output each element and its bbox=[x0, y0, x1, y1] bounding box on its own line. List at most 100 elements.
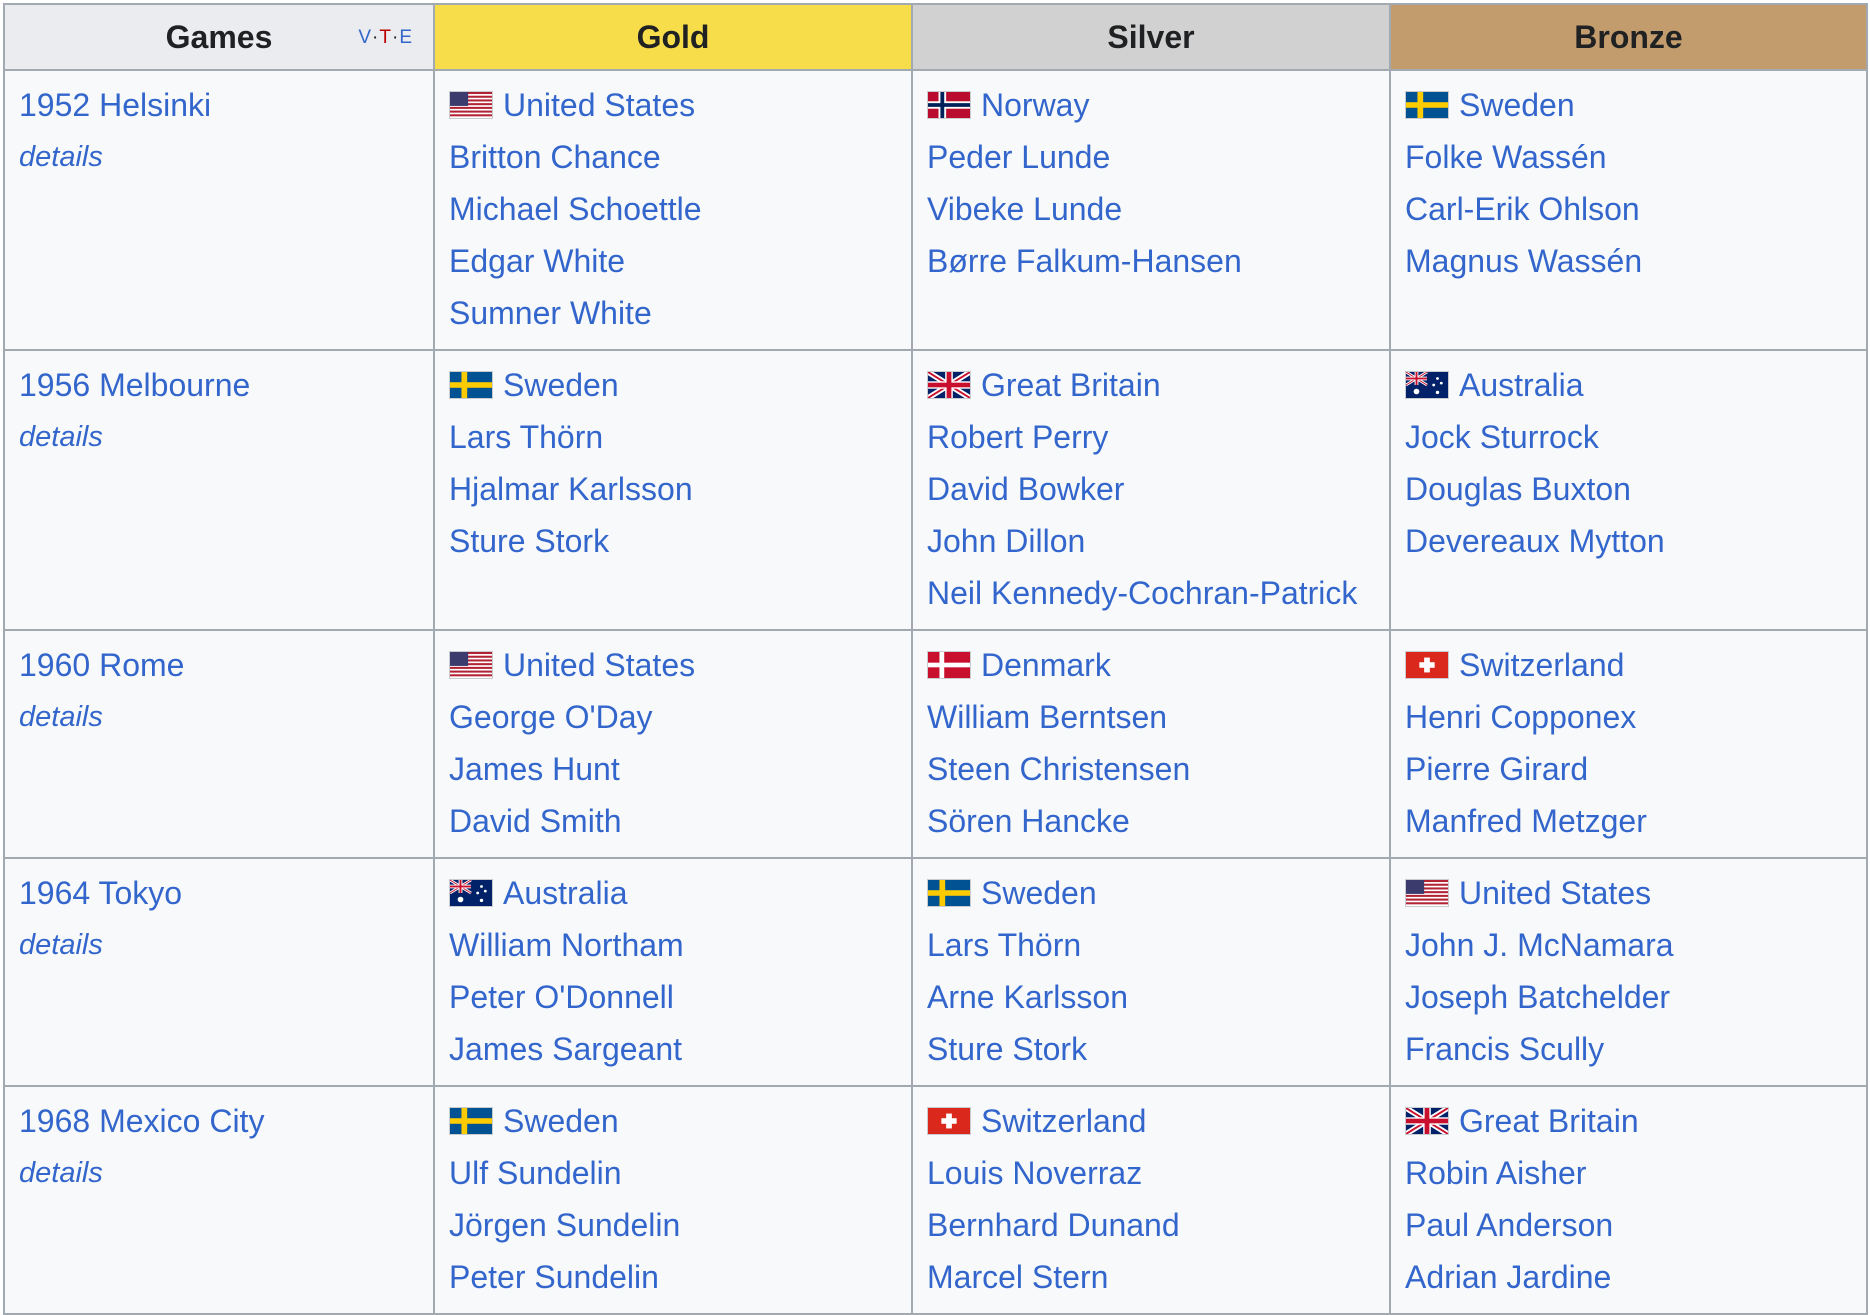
athlete-link[interactable]: Douglas Buxton bbox=[1405, 463, 1854, 515]
athlete-link[interactable]: George O'Day bbox=[449, 691, 899, 743]
bronze-cell: Australia Jock Sturrock Douglas Buxton D… bbox=[1389, 349, 1868, 631]
gold-country-link[interactable]: United States bbox=[449, 79, 899, 131]
medal-table-container: Games V·T·E Gold Silver Bronze 1952 Hels… bbox=[3, 3, 1868, 1315]
gold-cell: United States George O'Day James Hunt Da… bbox=[433, 629, 913, 859]
country-name: United States bbox=[503, 647, 696, 683]
athlete-link[interactable]: Børre Falkum-Hansen bbox=[927, 235, 1377, 287]
athlete-link[interactable]: Lars Thörn bbox=[449, 411, 899, 463]
athlete-link[interactable]: Edgar White bbox=[449, 235, 899, 287]
athlete-link[interactable]: Magnus Wassén bbox=[1405, 235, 1854, 287]
athlete-link[interactable]: David Bowker bbox=[927, 463, 1377, 515]
athlete-link[interactable]: Vibeke Lunde bbox=[927, 183, 1377, 235]
silver-country-link[interactable]: Sweden bbox=[927, 867, 1377, 919]
athlete-link[interactable]: Arne Karlsson bbox=[927, 971, 1377, 1023]
usa-flag-icon bbox=[1405, 879, 1449, 907]
sweden-flag-icon bbox=[449, 371, 493, 399]
athlete-link[interactable]: Peter Sundelin bbox=[449, 1251, 899, 1303]
athlete-link[interactable]: Louis Noverraz bbox=[927, 1147, 1377, 1199]
athlete-link[interactable]: Robin Aisher bbox=[1405, 1147, 1854, 1199]
athlete-link[interactable]: John Dillon bbox=[927, 515, 1377, 567]
athlete-link[interactable]: James Hunt bbox=[449, 743, 899, 795]
athlete-link[interactable]: Robert Perry bbox=[927, 411, 1377, 463]
silver-country-link[interactable]: Great Britain bbox=[927, 359, 1377, 411]
silver-country-link[interactable]: Switzerland bbox=[927, 1095, 1377, 1147]
sweden-flag-icon bbox=[1405, 91, 1449, 119]
bronze-country-link[interactable]: Australia bbox=[1405, 359, 1854, 411]
athlete-link[interactable]: Manfred Metzger bbox=[1405, 795, 1854, 847]
australia-flag-icon bbox=[449, 879, 493, 907]
athlete-link[interactable]: John J. McNamara bbox=[1405, 919, 1854, 971]
country-name: Norway bbox=[981, 87, 1090, 123]
details-link[interactable]: details bbox=[19, 691, 421, 743]
silver-country-link[interactable]: Denmark bbox=[927, 639, 1377, 691]
denmark-flag-icon bbox=[927, 651, 971, 679]
games-cell: 1956 Melbourne details bbox=[3, 349, 435, 631]
athlete-link[interactable]: Jock Sturrock bbox=[1405, 411, 1854, 463]
games-link[interactable]: 1956 Melbourne bbox=[19, 359, 421, 411]
bronze-country-link[interactable]: Sweden bbox=[1405, 79, 1854, 131]
country-name: Sweden bbox=[1459, 87, 1575, 123]
athlete-link[interactable]: James Sargeant bbox=[449, 1023, 899, 1075]
athlete-link[interactable]: Bernhard Dunand bbox=[927, 1199, 1377, 1251]
header-row: Games V·T·E Gold Silver Bronze bbox=[3, 3, 1868, 71]
gold-country-link[interactable]: Sweden bbox=[449, 359, 899, 411]
athlete-link[interactable]: Lars Thörn bbox=[927, 919, 1377, 971]
games-link[interactable]: 1960 Rome bbox=[19, 639, 421, 691]
details-link[interactable]: details bbox=[19, 131, 421, 183]
view-template-link[interactable]: V bbox=[358, 27, 372, 48]
athlete-link[interactable]: Carl-Erik Ohlson bbox=[1405, 183, 1854, 235]
athlete-link[interactable]: Sumner White bbox=[449, 287, 899, 339]
athlete-link[interactable]: Sture Stork bbox=[927, 1023, 1377, 1075]
country-name: Switzerland bbox=[1459, 647, 1625, 683]
bronze-country-link[interactable]: Switzerland bbox=[1405, 639, 1854, 691]
table-row: 1968 Mexico City details Sweden Ulf Sund… bbox=[3, 1085, 1868, 1315]
athlete-link[interactable]: Adrian Jardine bbox=[1405, 1251, 1854, 1303]
games-link[interactable]: 1964 Tokyo bbox=[19, 867, 421, 919]
athlete-link[interactable]: William Northam bbox=[449, 919, 899, 971]
athlete-link[interactable]: Hjalmar Karlsson bbox=[449, 463, 899, 515]
athlete-link[interactable]: Sören Hancke bbox=[927, 795, 1377, 847]
country-name: Australia bbox=[1459, 367, 1584, 403]
gold-country-link[interactable]: United States bbox=[449, 639, 899, 691]
bronze-country-link[interactable]: Great Britain bbox=[1405, 1095, 1854, 1147]
details-link[interactable]: details bbox=[19, 411, 421, 463]
athlete-link[interactable]: Michael Schoettle bbox=[449, 183, 899, 235]
bronze-country-link[interactable]: United States bbox=[1405, 867, 1854, 919]
athlete-link[interactable]: Francis Scully bbox=[1405, 1023, 1854, 1075]
norway-flag-icon bbox=[927, 91, 971, 119]
header-games: Games V·T·E bbox=[3, 3, 435, 71]
athlete-link[interactable]: Henri Copponex bbox=[1405, 691, 1854, 743]
athlete-link[interactable]: Folke Wassén bbox=[1405, 131, 1854, 183]
details-link[interactable]: details bbox=[19, 1147, 421, 1199]
gold-country-link[interactable]: Sweden bbox=[449, 1095, 899, 1147]
switzerland-flag-icon bbox=[927, 1107, 971, 1135]
athlete-link[interactable]: Sture Stork bbox=[449, 515, 899, 567]
games-link[interactable]: 1952 Helsinki bbox=[19, 79, 421, 131]
silver-country-link[interactable]: Norway bbox=[927, 79, 1377, 131]
athlete-link[interactable]: Jörgen Sundelin bbox=[449, 1199, 899, 1251]
athlete-link[interactable]: Ulf Sundelin bbox=[449, 1147, 899, 1199]
country-name: Sweden bbox=[503, 1103, 619, 1139]
athlete-link[interactable]: Steen Christensen bbox=[927, 743, 1377, 795]
bronze-cell: United States John J. McNamara Joseph Ba… bbox=[1389, 857, 1868, 1087]
country-name: United States bbox=[1459, 875, 1652, 911]
games-link[interactable]: 1968 Mexico City bbox=[19, 1095, 421, 1147]
talk-template-link[interactable]: T bbox=[379, 27, 392, 48]
athlete-link[interactable]: William Berntsen bbox=[927, 691, 1377, 743]
athlete-link[interactable]: David Smith bbox=[449, 795, 899, 847]
athlete-link[interactable]: Paul Anderson bbox=[1405, 1199, 1854, 1251]
edit-template-link[interactable]: E bbox=[399, 27, 413, 48]
athlete-link[interactable]: Devereaux Mytton bbox=[1405, 515, 1854, 567]
athlete-link[interactable]: Pierre Girard bbox=[1405, 743, 1854, 795]
athlete-link[interactable]: Neil Kennedy-Cochran-Patrick bbox=[927, 567, 1377, 619]
athlete-link[interactable]: Peter O'Donnell bbox=[449, 971, 899, 1023]
athlete-link[interactable]: Peder Lunde bbox=[927, 131, 1377, 183]
athlete-link[interactable]: Joseph Batchelder bbox=[1405, 971, 1854, 1023]
athlete-link[interactable]: Britton Chance bbox=[449, 131, 899, 183]
vte-navbox-links: V·T·E bbox=[358, 27, 413, 48]
gold-country-link[interactable]: Australia bbox=[449, 867, 899, 919]
silver-cell: Norway Peder Lunde Vibeke Lunde Børre Fa… bbox=[911, 69, 1391, 351]
sweden-flag-icon bbox=[449, 1107, 493, 1135]
details-link[interactable]: details bbox=[19, 919, 421, 971]
athlete-link[interactable]: Marcel Stern bbox=[927, 1251, 1377, 1303]
